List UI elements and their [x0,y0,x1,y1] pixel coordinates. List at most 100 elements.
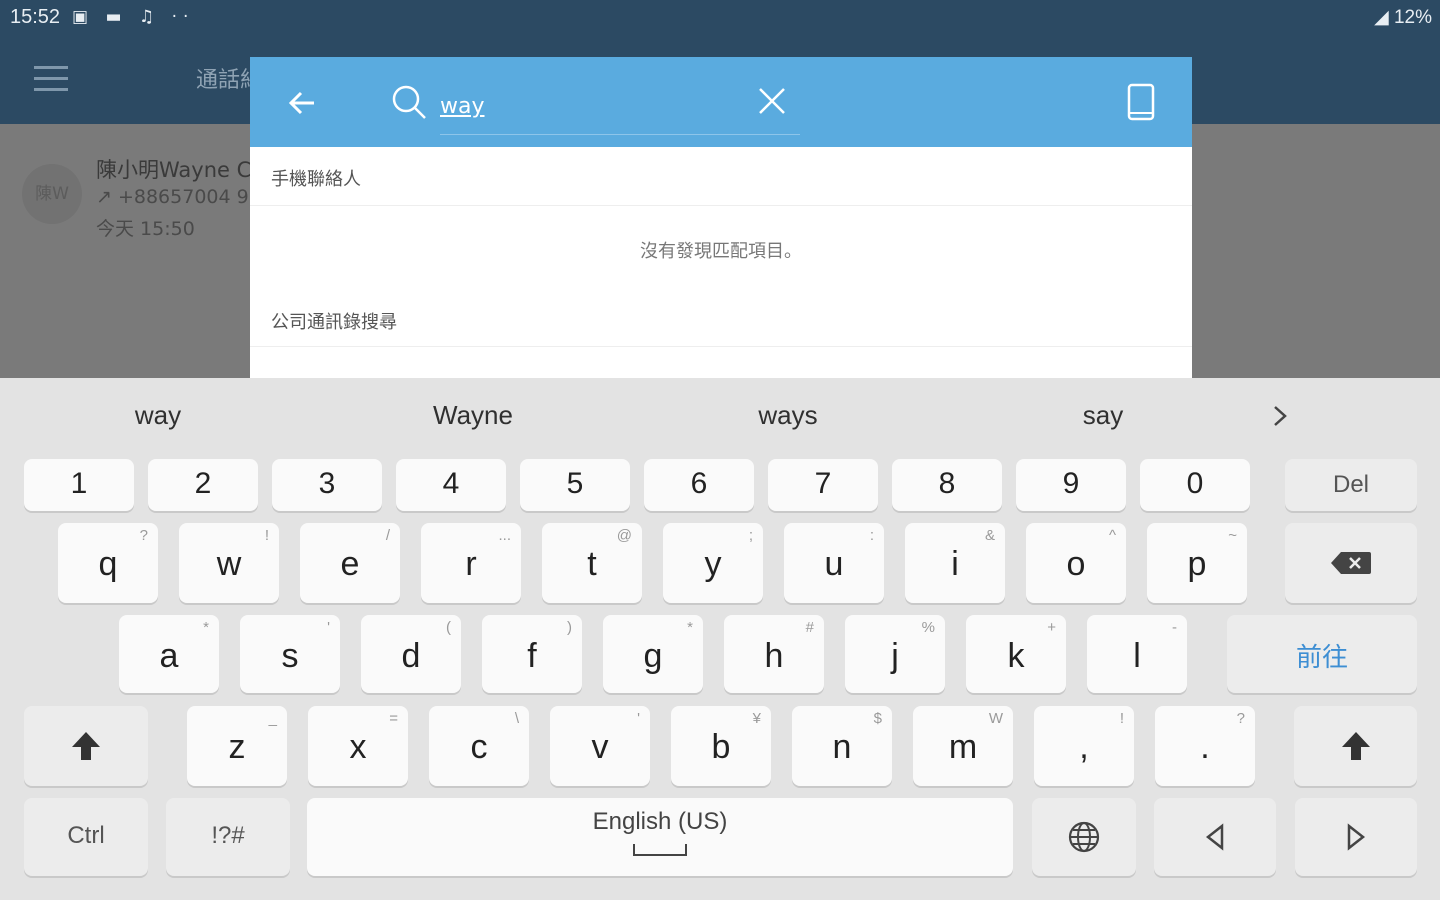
key-hint: ' [327,619,330,636]
key-v[interactable]: v ' [550,706,650,786]
key-8[interactable]: 8 [892,459,1002,511]
back-arrow-icon[interactable] [284,85,320,121]
key-hint: $ [873,710,882,727]
section-company-directory: 公司通訊錄搜尋 [271,312,397,333]
key-label: o [1066,545,1086,583]
key-x[interactable]: x = [308,706,408,786]
key-label: v [591,728,609,766]
key-label: e [340,545,360,583]
key-g[interactable]: g * [603,615,703,693]
triangle-right-icon [1347,823,1366,851]
suggestion-bar: way Wayne ways say [0,378,1440,454]
contact-name[interactable]: 陳小明Wayne C [96,154,251,184]
backspace-key[interactable] [1285,523,1417,603]
ctrl-key[interactable]: Ctrl [24,798,148,876]
symbols-key-label: !?# [211,822,245,849]
key-1[interactable]: 1 [24,459,134,511]
on-screen-keyboard: way Wayne ways say 1234 5 6 7 8 9 0 Del q? w! e /… [0,378,1440,900]
cursor-left-key[interactable] [1154,798,1276,876]
key-hint: = [389,710,398,727]
key-n[interactable]: n $ [792,706,892,786]
key-hint: ? [139,527,148,544]
key-6[interactable]: 6 [644,459,754,511]
chevron-right-icon[interactable] [1270,404,1290,428]
key-j[interactable]: j% [845,615,945,693]
key-hint: W [988,710,1003,727]
key-label: l [1133,637,1141,675]
key-hint: @ [616,527,632,544]
space-bar[interactable]: English (US) [307,798,1013,876]
key-hint: ) [567,619,572,636]
key-w[interactable]: w! [179,523,279,603]
key-label: 9 [1062,467,1080,500]
key-l[interactable]: l- [1087,615,1187,693]
key-label: c [470,728,488,766]
key-comma[interactable]: ,! [1034,706,1134,786]
del-key-label: Del [1332,471,1369,498]
language-key[interactable] [1032,798,1136,876]
key-4[interactable]: 4 [396,459,506,511]
space-icon [633,844,687,856]
key-y[interactable]: y; [663,523,763,603]
suggestion-item[interactable]: way [48,400,268,431]
clear-icon[interactable] [756,85,788,117]
key-m[interactable]: mW [913,706,1013,786]
key-k[interactable]: k + [966,615,1066,693]
key-r[interactable]: r... [421,523,521,603]
key-p[interactable]: p ~ [1147,523,1247,603]
key-u[interactable]: u: [784,523,884,603]
key-hint: ... [498,527,511,544]
suggestion-item[interactable]: ways [678,400,898,431]
key-e[interactable]: e / [300,523,400,603]
ctrl-key-label: Ctrl [67,822,105,849]
key-hint: ~ [1228,527,1237,544]
key-f[interactable]: f) [482,615,582,693]
key-5[interactable]: 5 [520,459,630,511]
symbols-key[interactable]: !?# [166,798,290,876]
suggestion-item[interactable]: say [993,400,1213,431]
hamburger-menu-icon[interactable] [34,66,68,92]
key-label: y [704,545,722,583]
key-3[interactable]: 3 [272,459,382,511]
key-label: x [349,728,367,766]
key-o[interactable]: o ^ [1026,523,1126,603]
key-9[interactable]: 9 [1016,459,1126,511]
no-results-message: 沒有發現匹配項目。 [640,241,802,262]
shift-key-right[interactable] [1294,706,1417,786]
key-label: . [1200,728,1210,766]
key-0[interactable]: 0 [1140,459,1250,511]
key-s[interactable]: s ' [240,615,340,693]
key-z[interactable]: z _ [187,706,287,786]
go-key[interactable]: 前往 [1227,615,1417,693]
key-hint: * [687,619,693,636]
backspace-icon [1331,552,1371,574]
key-q[interactable]: q? [58,523,158,603]
status-time: 15:52 [10,6,61,28]
key-label: 7 [814,467,832,500]
avatar: 陳W [22,164,82,224]
key-b[interactable]: b ¥ [671,706,771,786]
key-a[interactable]: a * [119,615,219,693]
key-label: n [832,728,852,766]
cursor-right-key[interactable] [1295,798,1417,876]
key-label: 5 [566,467,584,500]
key-label: p [1187,545,1207,583]
key-c[interactable]: c \ [429,706,529,786]
section-mobile-contacts: 手機聯絡人 [271,169,361,190]
key-d[interactable]: d( [361,615,461,693]
key-7[interactable]: 7 [768,459,878,511]
search-input[interactable] [440,83,800,135]
shift-arrow-icon [72,732,100,760]
suggestion-item[interactable]: Wayne [363,400,583,431]
shift-key-left[interactable] [24,706,148,786]
key-2[interactable]: 2 [148,459,258,511]
key-t[interactable]: t @ [542,523,642,603]
key-hint: ^ [1108,527,1116,544]
key-h[interactable]: h # [724,615,824,693]
key-label: t [587,545,597,583]
del-key[interactable]: Del [1285,459,1417,511]
phone-device-icon[interactable] [1126,83,1156,121]
key-i[interactable]: i & [905,523,1005,603]
search-header [250,57,1192,147]
key-period[interactable]: .? [1155,706,1255,786]
